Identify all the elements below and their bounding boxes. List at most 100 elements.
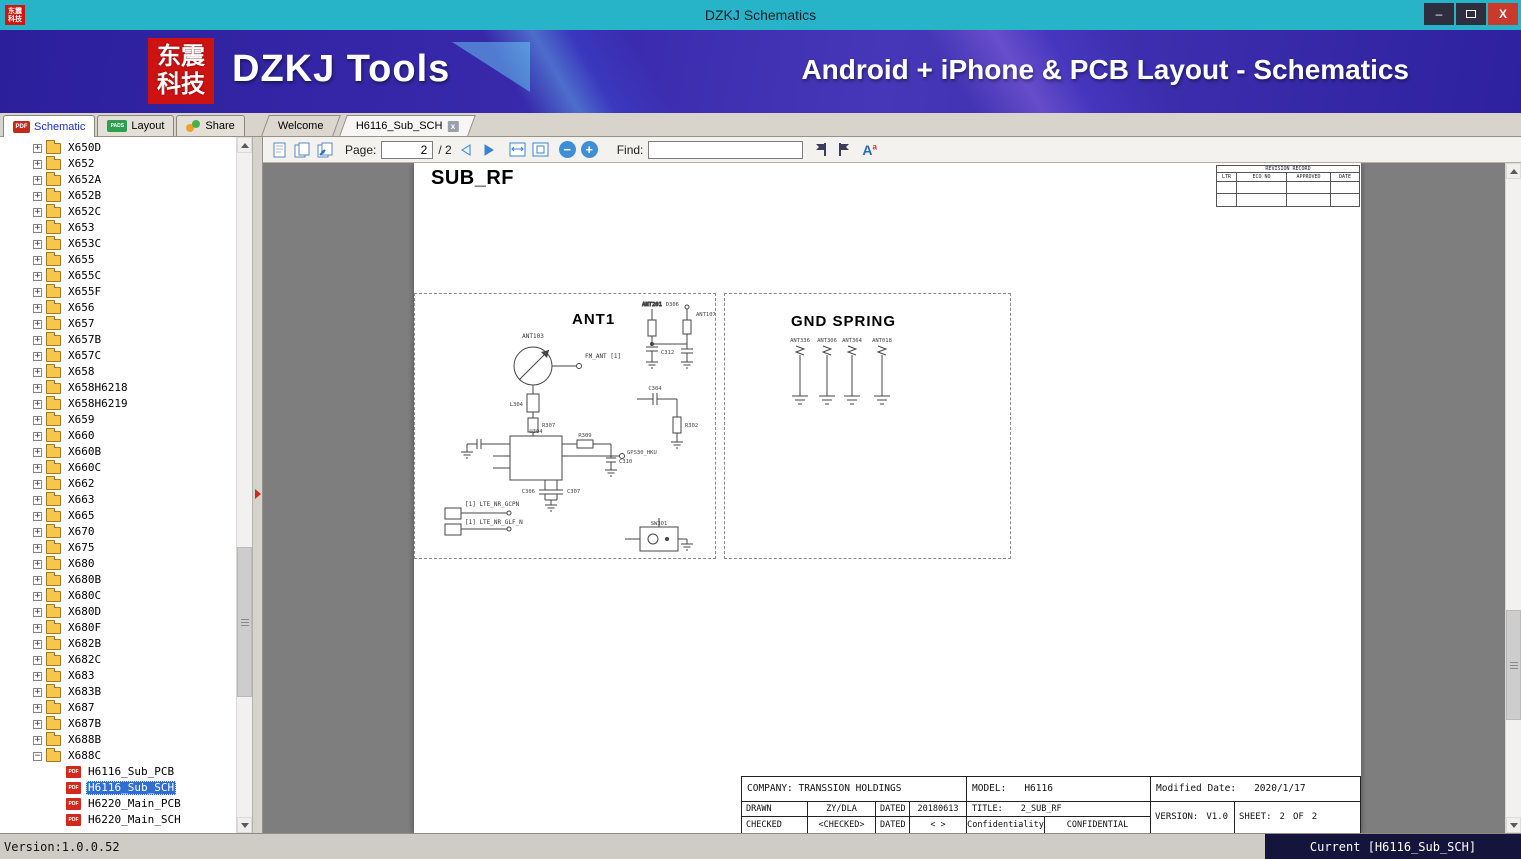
tab-close-icon[interactable]: x [447, 120, 459, 132]
expand-icon[interactable]: + [33, 479, 42, 489]
expand-icon[interactable]: + [33, 463, 42, 473]
sidebar-file-h6116_sub_pcb[interactable]: PDF H6116_Sub_PCB [0, 764, 236, 780]
sidebar-folder-x682c[interactable]: + X682C [0, 651, 236, 668]
sidebar-folder-x652a[interactable]: + X652A [0, 171, 236, 188]
expand-icon[interactable]: + [33, 575, 42, 585]
zoom-in-icon[interactable]: + [580, 141, 598, 158]
sidebar-file-h6220_main_sch[interactable]: PDF H6220_Main_SCH [0, 812, 236, 828]
doc-tab-h6116-sub-sch[interactable]: H6116_Sub_SCH x [339, 115, 476, 136]
doc-tab-welcome[interactable]: Welcome [260, 115, 341, 136]
select-text-icon[interactable] [270, 141, 288, 158]
expand-icon[interactable]: + [33, 143, 42, 153]
sidebar-folder-x653[interactable]: + X653 [0, 219, 236, 236]
sidebar-folder-x658h6218[interactable]: + X658H6218 [0, 379, 236, 396]
expand-icon[interactable]: + [33, 591, 42, 601]
sidebar-folder-x683[interactable]: + X683 [0, 667, 236, 684]
expand-icon[interactable]: + [33, 383, 42, 393]
sidebar-folder-x655f[interactable]: + X655F [0, 283, 236, 300]
expand-icon[interactable]: + [33, 367, 42, 377]
viewer-scrollbar-thumb[interactable] [1506, 610, 1521, 720]
sidebar-folder-x687[interactable]: + X687 [0, 699, 236, 716]
expand-icon[interactable]: + [33, 239, 42, 249]
sidebar-folder-x680c[interactable]: + X680C [0, 587, 236, 604]
sidebar-folder-x658[interactable]: + X658 [0, 363, 236, 380]
expand-icon[interactable]: + [33, 495, 42, 505]
sidebar-folder-x688b[interactable]: + X688B [0, 731, 236, 748]
expand-icon[interactable]: + [33, 639, 42, 649]
sidebar-folder-x680f[interactable]: + X680F [0, 619, 236, 636]
sidebar-folder-x655[interactable]: + X655 [0, 251, 236, 268]
viewer-scrollbar[interactable] [1505, 163, 1521, 833]
expand-icon[interactable]: + [33, 655, 42, 665]
sidebar-folder-x687b[interactable]: + X687B [0, 715, 236, 732]
sidebar-folder-x660[interactable]: + X660 [0, 427, 236, 444]
sidebar-folder-x663[interactable]: + X663 [0, 491, 236, 508]
sidebar-folder-x683b[interactable]: + X683B [0, 683, 236, 700]
expand-icon[interactable]: + [33, 687, 42, 697]
viewer-scroll-down-icon[interactable] [1506, 817, 1521, 833]
previous-page-icon[interactable] [457, 141, 475, 158]
find-input[interactable] [648, 140, 804, 159]
page-number-input[interactable] [381, 140, 434, 159]
sidebar-file-h6220_main_pcb[interactable]: PDF H6220_Main_PCB [0, 796, 236, 812]
sidebar-folder-x653c[interactable]: + X653C [0, 235, 236, 252]
sidebar-scrollbar-thumb[interactable] [237, 547, 252, 697]
sidebar-folder-x688c[interactable]: − X688C [0, 747, 236, 764]
minimize-button[interactable]: – [1424, 3, 1454, 25]
expand-icon[interactable]: + [33, 559, 42, 569]
expand-icon[interactable]: + [33, 543, 42, 553]
sidebar-folder-x675[interactable]: + X675 [0, 539, 236, 556]
sidebar-folder-x657b[interactable]: + X657B [0, 331, 236, 348]
sidebar-folder-x680b[interactable]: + X680B [0, 571, 236, 588]
sidebar-folder-x655c[interactable]: + X655C [0, 267, 236, 284]
sidebar-folder-x658h6219[interactable]: + X658H6219 [0, 395, 236, 412]
expand-icon[interactable]: + [33, 447, 42, 457]
fit-width-icon[interactable] [509, 141, 527, 158]
close-button[interactable]: X [1488, 3, 1518, 25]
expand-icon[interactable]: + [33, 159, 42, 169]
fit-page-icon[interactable] [532, 141, 550, 158]
tab-layout[interactable]: PADS Layout [97, 115, 175, 136]
expand-icon[interactable]: + [33, 415, 42, 425]
sidebar-folder-x680[interactable]: + X680 [0, 555, 236, 572]
sidebar-folder-x660b[interactable]: + X660B [0, 443, 236, 460]
sidebar-folder-x652c[interactable]: + X652C [0, 203, 236, 220]
tab-share[interactable]: Share [176, 115, 245, 136]
sidebar-folder-x682b[interactable]: + X682B [0, 635, 236, 652]
zoom-out-icon[interactable]: − [558, 141, 576, 158]
expand-icon[interactable]: + [33, 399, 42, 409]
expand-icon[interactable]: + [33, 431, 42, 441]
splitter-collapse-arrow-icon[interactable] [255, 489, 261, 499]
sidebar-folder-x652b[interactable]: + X652B [0, 187, 236, 204]
find-next-icon[interactable] [835, 141, 853, 158]
pdf-viewer[interactable]: SUB_RF REVISION RECORD LTR ECO NO APPROV… [263, 163, 1521, 833]
expand-icon[interactable]: + [33, 607, 42, 617]
sidebar-file-h6116_sub_sch[interactable]: PDF H6116_Sub_SCH [0, 780, 236, 796]
expand-icon[interactable]: + [33, 719, 42, 729]
expand-icon[interactable]: + [33, 207, 42, 217]
expand-icon[interactable]: + [33, 319, 42, 329]
expand-icon[interactable]: + [33, 527, 42, 537]
expand-icon[interactable]: + [33, 255, 42, 265]
expand-icon[interactable]: + [33, 223, 42, 233]
maximize-button[interactable] [1456, 3, 1486, 25]
expand-icon[interactable]: + [33, 351, 42, 361]
expand-icon[interactable]: + [33, 303, 42, 313]
snapshot-icon[interactable] [316, 141, 334, 158]
sidebar-folder-x657c[interactable]: + X657C [0, 347, 236, 364]
expand-icon[interactable]: + [33, 287, 42, 297]
expand-icon[interactable]: − [33, 751, 42, 761]
scroll-up-icon[interactable] [237, 137, 252, 153]
sidebar-folder-x657[interactable]: + X657 [0, 315, 236, 332]
sidebar-splitter[interactable] [252, 137, 263, 833]
sidebar-folder-x656[interactable]: + X656 [0, 299, 236, 316]
expand-icon[interactable]: + [33, 735, 42, 745]
sidebar-folder-x659[interactable]: + X659 [0, 411, 236, 428]
sidebar-scrollbar[interactable] [236, 137, 252, 833]
scroll-down-icon[interactable] [237, 817, 252, 833]
expand-icon[interactable]: + [33, 703, 42, 713]
viewer-scroll-up-icon[interactable] [1506, 163, 1521, 179]
sidebar-folder-x662[interactable]: + X662 [0, 475, 236, 492]
sidebar-folder-x650d[interactable]: + X650D [0, 139, 236, 156]
sidebar-folder-x670[interactable]: + X670 [0, 523, 236, 540]
